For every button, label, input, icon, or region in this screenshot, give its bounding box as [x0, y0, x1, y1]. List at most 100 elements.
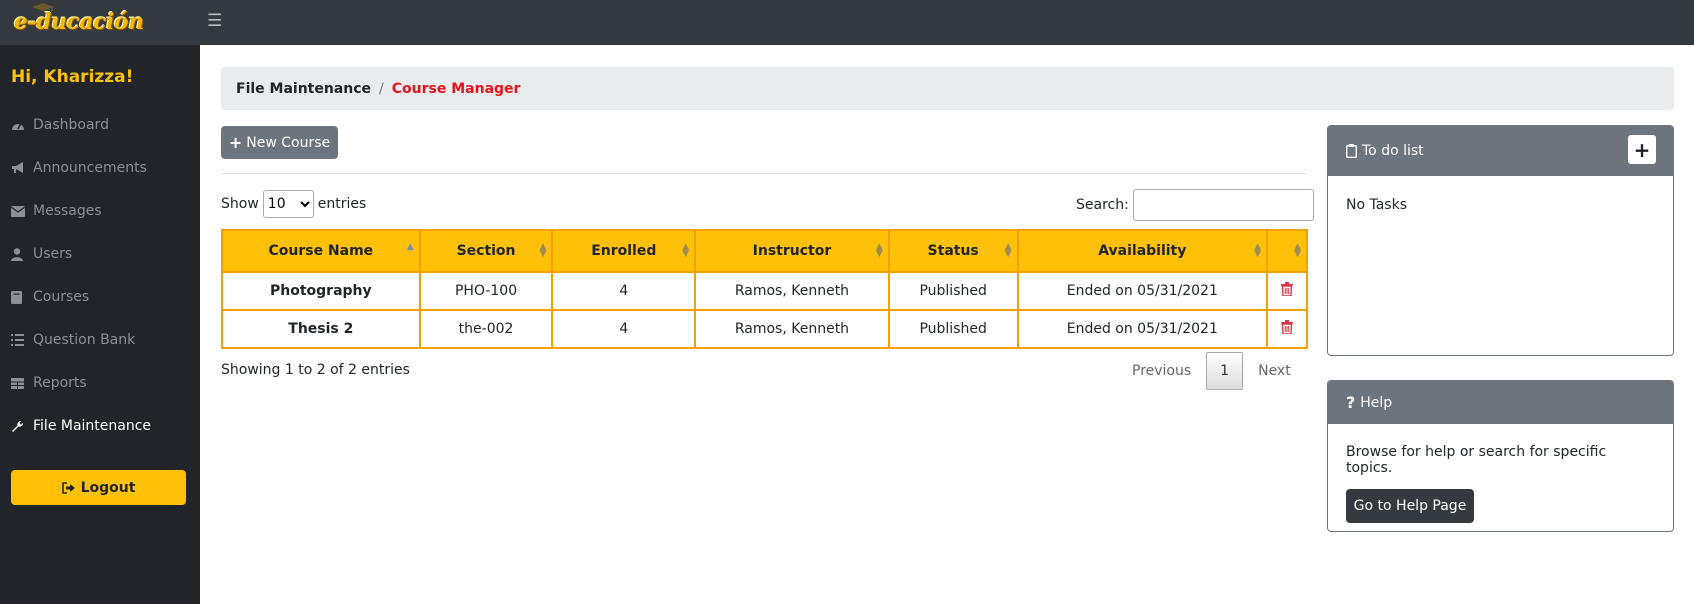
column-header-actions[interactable]: ▲ ▼ [1266, 229, 1308, 273]
logout-label: Logout [80, 479, 136, 496]
question-icon: ? [1346, 393, 1356, 412]
envelope-icon [11, 205, 33, 217]
new-course-button[interactable]: + New Course [221, 126, 338, 159]
plus-icon: + [228, 133, 243, 152]
todo-card: To do list + No Tasks [1327, 125, 1674, 356]
todo-card-body: No Tasks [1328, 176, 1673, 234]
breadcrumb-current: Course Manager [391, 80, 521, 97]
cell-availability: Ended on 05/31/2021 [1016, 271, 1269, 311]
column-header-enrolled[interactable]: Enrolled ▲ ▼ [551, 229, 697, 273]
cell-status: Published [887, 309, 1019, 349]
show-label: Show [221, 196, 259, 212]
next-page-button[interactable]: Next [1243, 352, 1306, 390]
sidebar-item-label: Announcements [33, 160, 147, 176]
cell-course-name[interactable]: Thesis 2 [221, 309, 421, 349]
help-title: Help [1360, 394, 1393, 411]
cell-section: PHO-100 [418, 271, 554, 311]
pagination: Previous 1 Next [1117, 352, 1306, 390]
trash-icon[interactable] [1281, 282, 1293, 296]
sort-asc-icon: ▲ [406, 242, 414, 252]
search-label: Search: [1076, 197, 1129, 213]
menu-toggle-icon[interactable]: ☰ [207, 11, 222, 31]
new-course-label: New Course [246, 134, 331, 151]
cell-course-name[interactable]: Photography [221, 271, 421, 311]
graduation-cap-icon [32, 3, 54, 12]
breadcrumb: File Maintenance / Course Manager [221, 67, 1674, 110]
table-header-row: Course Name ▲ Section ▲ ▼ Enrolled ▲ ▼ Instru… [221, 229, 1308, 273]
todo-empty-text: No Tasks [1346, 197, 1407, 213]
breadcrumb-parent[interactable]: File Maintenance [236, 81, 371, 97]
page-size-select[interactable]: 10 [262, 190, 314, 218]
sidebar-item-label: Messages [33, 203, 102, 219]
trash-icon[interactable] [1281, 320, 1293, 334]
add-task-button[interactable]: + [1628, 135, 1656, 164]
search-input[interactable] [1132, 189, 1314, 221]
sidebar-item-messages[interactable]: Messages [11, 199, 102, 223]
breadcrumb-separator: / [379, 80, 384, 97]
sidebar-item-label: Dashboard [33, 117, 109, 133]
column-header-instructor[interactable]: Instructor ▲ ▼ [694, 229, 890, 273]
user-greeting: Hi, Kharizza! [11, 67, 134, 87]
sidebar-item-announcements[interactable]: Announcements [11, 156, 147, 180]
search-control: Search: [1076, 189, 1314, 221]
sidebar-item-label: Reports [33, 375, 87, 391]
sort-icon: ▲ ▼ [1254, 242, 1262, 259]
todo-card-header: To do list + [1328, 126, 1673, 176]
cell-enrolled: 4 [551, 271, 697, 311]
todo-title: To do list [1362, 143, 1424, 159]
bullhorn-icon [11, 162, 33, 174]
sidebar-item-label: Courses [33, 289, 90, 305]
book-icon [11, 290, 33, 304]
sort-icon: ▲ ▼ [539, 242, 547, 259]
list-icon [11, 334, 33, 346]
sidebar-item-label: Users [33, 246, 73, 262]
divider [221, 173, 1307, 174]
help-card-header: ? Help [1328, 381, 1673, 424]
sidebar-item-users[interactable]: Users [11, 242, 72, 266]
column-header-status[interactable]: Status ▲ ▼ [887, 229, 1019, 273]
courses-table: Course Name ▲ Section ▲ ▼ Enrolled ▲ ▼ Instru… [221, 229, 1308, 349]
clipboard-icon [1346, 144, 1357, 158]
cell-instructor: Ramos, Kenneth [694, 271, 890, 311]
cell-enrolled: 4 [551, 309, 697, 349]
user-icon [11, 247, 33, 261]
page-size-control: Show 10 entries [221, 190, 366, 218]
sign-out-icon [61, 481, 76, 494]
top-navbar: e-ducación ☰ [0, 0, 1694, 45]
previous-page-button[interactable]: Previous [1117, 352, 1206, 390]
sidebar-item-label: File Maintenance [33, 418, 152, 434]
table-row[interactable]: Thesis 2 the-002 4 Ramos, Kenneth Publis… [221, 309, 1308, 349]
sort-icon: ▲ ▼ [682, 242, 690, 259]
table-info: Showing 1 to 2 of 2 entries [221, 362, 410, 378]
cell-status: Published [887, 271, 1019, 311]
help-card-body: Browse for help or search for specific t… [1328, 424, 1673, 531]
tachometer-icon [11, 119, 33, 131]
cell-actions [1266, 309, 1308, 349]
sidebar-item-question-bank[interactable]: Question Bank [11, 328, 135, 352]
column-header-availability[interactable]: Availability ▲ ▼ [1016, 229, 1269, 273]
sidebar-item-dashboard[interactable]: Dashboard [11, 113, 109, 137]
column-header-section[interactable]: Section ▲ ▼ [418, 229, 554, 273]
sort-icon: ▲ ▼ [875, 242, 883, 259]
sidebar-item-file-maintenance[interactable]: File Maintenance [11, 414, 151, 438]
wrench-icon [11, 420, 33, 433]
cell-instructor: Ramos, Kenneth [694, 309, 890, 349]
column-header-course-name[interactable]: Course Name ▲ [221, 229, 421, 273]
cell-availability: Ended on 05/31/2021 [1016, 309, 1269, 349]
table-icon [11, 377, 33, 389]
sidebar: Hi, Kharizza! Dashboard Announcements Me… [0, 45, 200, 604]
table-row[interactable]: Photography PHO-100 4 Ramos, Kenneth Pub… [221, 271, 1308, 311]
cell-actions [1266, 271, 1308, 311]
help-card: ? Help Browse for help or search for spe… [1327, 380, 1674, 532]
sort-icon: ▲ ▼ [1294, 242, 1301, 259]
help-text: Browse for help or search for specific t… [1346, 444, 1607, 476]
cell-section: the-002 [418, 309, 554, 349]
sidebar-item-label: Question Bank [33, 332, 136, 348]
app-logo[interactable]: e-ducación [14, 3, 144, 39]
logout-button[interactable]: Logout [11, 470, 186, 505]
page-button-current[interactable]: 1 [1206, 352, 1244, 390]
sidebar-item-courses[interactable]: Courses [11, 285, 89, 309]
entries-label: entries [317, 196, 367, 212]
sidebar-item-reports[interactable]: Reports [11, 371, 87, 395]
go-to-help-page-button[interactable]: Go to Help Page [1346, 489, 1474, 523]
